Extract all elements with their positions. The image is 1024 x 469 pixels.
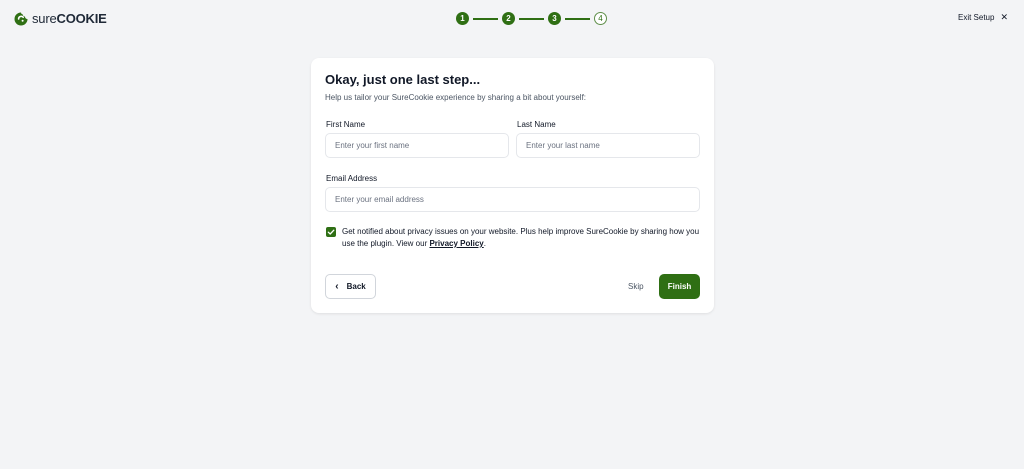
top-bar: sureCOOKIE 1 2 3 4 Exit Setup ✕ [0, 0, 1024, 38]
check-icon [327, 229, 335, 235]
setup-stepper: 1 2 3 4 [456, 12, 607, 25]
exit-setup-label: Exit Setup [957, 13, 995, 22]
consent-text-suffix: . [483, 239, 486, 248]
card-title: Okay, just one last step... [325, 72, 481, 87]
step-3: 3 [548, 12, 561, 25]
consent-checkbox[interactable] [326, 227, 336, 237]
step-4: 4 [594, 12, 607, 25]
step-2: 2 [502, 12, 515, 25]
consent-text-body: Get notified about privacy issues on you… [342, 227, 700, 248]
finish-button[interactable]: Finish [659, 274, 700, 299]
first-name-input[interactable] [325, 133, 509, 158]
first-name-label: First Name [326, 120, 366, 129]
step-connector [473, 17, 498, 20]
cookie-logo-icon [14, 12, 28, 26]
back-button[interactable]: ‹ Back [325, 274, 376, 299]
logo-wordmark: sureCOOKIE [32, 11, 107, 27]
logo-sure: sure [32, 11, 57, 26]
email-input[interactable] [325, 187, 700, 212]
exit-setup-button[interactable]: Exit Setup ✕ [957, 12, 1008, 23]
step-1: 1 [456, 12, 469, 25]
step-connector [519, 17, 544, 20]
step-connector [565, 17, 590, 20]
card-subtitle: Help us tailor your SureCookie experienc… [325, 93, 587, 102]
logo-cookie: COOKIE [56, 11, 107, 26]
back-button-label: Back [346, 282, 366, 291]
consent-text: Get notified about privacy issues on you… [342, 226, 702, 250]
email-label: Email Address [326, 174, 378, 183]
last-name-input[interactable] [516, 133, 700, 158]
surecookie-logo: sureCOOKIE [13, 11, 107, 27]
chevron-left-icon: ‹ [335, 280, 339, 292]
close-icon: ✕ [1000, 12, 1008, 22]
onboarding-card: Okay, just one last step... Help us tail… [311, 58, 714, 313]
last-name-label: Last Name [517, 120, 556, 129]
privacy-policy-link[interactable]: Privacy Policy [429, 239, 483, 248]
skip-button[interactable]: Skip [628, 282, 644, 291]
